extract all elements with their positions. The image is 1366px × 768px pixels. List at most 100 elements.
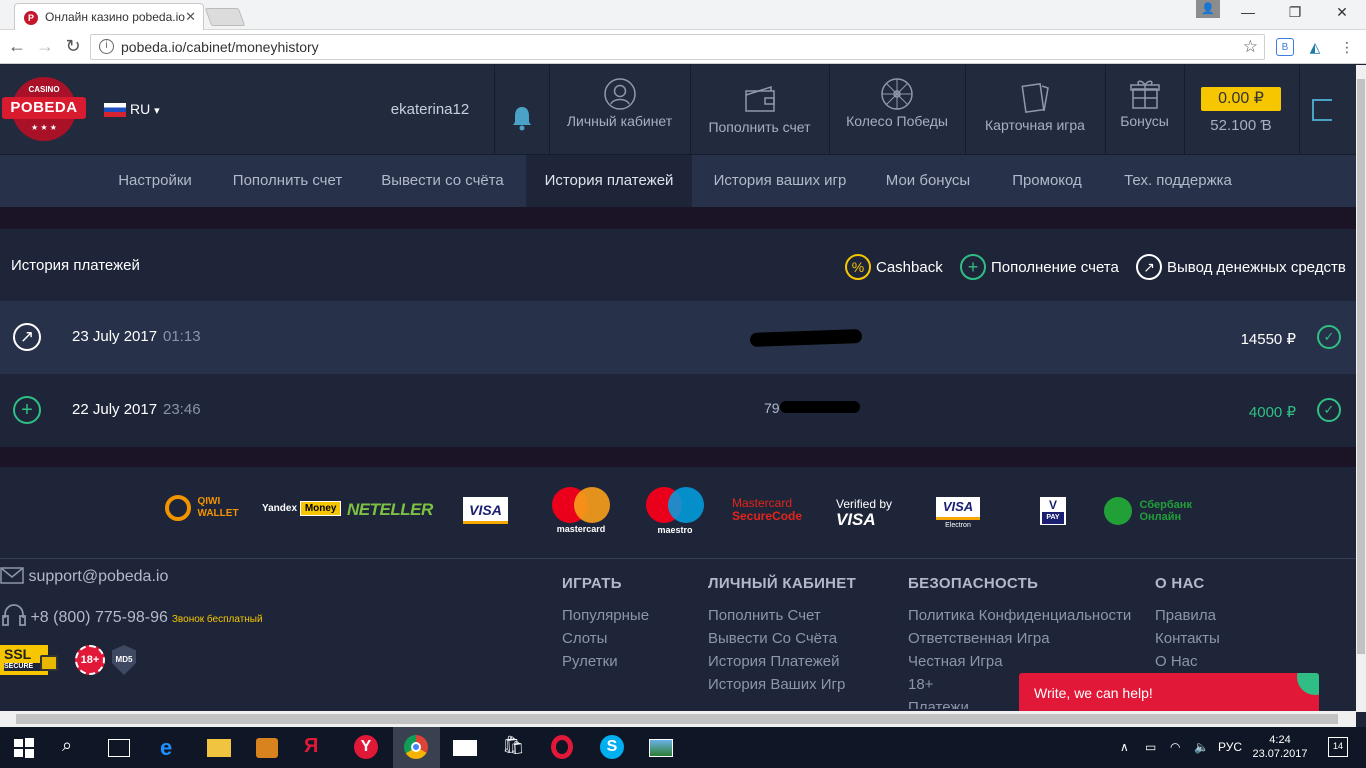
header-item-bonuses[interactable]: Бонусы xyxy=(1105,65,1183,154)
footer-link[interactable]: История Ваших Игр xyxy=(708,673,856,696)
info-icon[interactable]: i xyxy=(99,39,114,54)
support-phone[interactable]: +8 (800) 775-98-96 Звонок бесплатный xyxy=(2,603,263,629)
media-player-icon[interactable] xyxy=(256,738,278,758)
tray-chevron-icon[interactable]: ∧ xyxy=(1120,740,1129,754)
subnav-support[interactable]: Тех. поддержка xyxy=(1108,155,1248,207)
footer-link[interactable]: Пополнить Счет xyxy=(708,604,856,627)
page-title: История платежей xyxy=(11,257,140,274)
opera-icon[interactable] xyxy=(551,735,573,759)
header-item-cabinet[interactable]: Личный кабинет xyxy=(549,65,689,154)
extension-icon[interactable]: B xyxy=(1276,38,1294,56)
store-icon[interactable]: 🛍 xyxy=(502,735,528,761)
username[interactable]: ekaterina12 xyxy=(370,101,490,118)
site-header: CASINO POBEDA ★ ★ ★ RU ▾ ekaterina12 Лич… xyxy=(0,65,1356,155)
subnav-settings[interactable]: Настройки xyxy=(100,155,210,207)
subnav-my-bonuses[interactable]: Мои бонусы xyxy=(872,155,984,207)
input-language[interactable]: РУС xyxy=(1218,740,1242,754)
footer-link[interactable]: Честная Игра xyxy=(908,650,1131,673)
battery-icon[interactable]: ▭ xyxy=(1145,740,1156,754)
table-row[interactable]: + 22 July 2017 23:46 79 4000 ₽ ✓ xyxy=(0,374,1356,447)
sberbank-online-logo: Сбербанк Онлайн xyxy=(1104,497,1192,525)
address-bar: ← → ↻ i pobeda.io/cabinet/moneyhistory ☆… xyxy=(0,30,1366,64)
new-tab-button[interactable] xyxy=(204,8,246,26)
scroll-thumb[interactable] xyxy=(16,714,1338,724)
horizontal-scrollbar[interactable] xyxy=(0,711,1356,727)
action-center-icon[interactable]: 14 xyxy=(1328,737,1348,757)
subnav-promocode[interactable]: Промокод xyxy=(997,155,1097,207)
subnav-game-history[interactable]: История ваших игр xyxy=(700,155,860,207)
cabinet-subnav: Настройки Пополнить счет Вывести со счёт… xyxy=(0,155,1356,207)
wallet-icon xyxy=(744,85,775,112)
subnav-deposit[interactable]: Пополнить счет xyxy=(220,155,355,207)
payment-methods: QIWI WALLET Yandex Money NETELLER VISA ma… xyxy=(0,467,1356,559)
maximize-icon[interactable]: ❐ xyxy=(1275,4,1315,21)
header-item-wheel[interactable]: Колесо Победы xyxy=(829,65,964,154)
wifi-icon[interactable]: ◠ xyxy=(1170,740,1180,754)
footer-link[interactable]: Слоты xyxy=(562,627,649,650)
balance-badge[interactable]: 0.00 ₽ xyxy=(1201,87,1281,111)
logout-icon[interactable] xyxy=(1312,99,1332,121)
mastercard-securecode-logo: Mastercard SecureCode xyxy=(732,496,803,523)
bookmark-star-icon[interactable]: ☆ xyxy=(1243,37,1258,57)
gift-icon xyxy=(1129,80,1160,109)
vpn-extension-icon[interactable]: ◭ xyxy=(1306,38,1324,56)
footer-link[interactable]: Политика Конфиденциальности xyxy=(908,604,1131,627)
volume-icon[interactable]: 🔈 xyxy=(1194,740,1209,754)
pobeda-logo[interactable]: CASINO POBEDA ★ ★ ★ xyxy=(2,77,86,141)
yandex-app-icon[interactable]: Я xyxy=(304,735,330,761)
subnav-withdraw[interactable]: Вывести со счёта xyxy=(370,155,515,207)
user-icon xyxy=(603,78,636,110)
windows-taskbar: ⌕ e Я Y 🛍 S ∧ ▭ ◠ 🔈 РУС 4:24 23.07.2017 … xyxy=(0,727,1366,768)
footer-link[interactable]: О Нас xyxy=(1155,650,1220,673)
support-email[interactable]: support@pobeda.io xyxy=(0,567,168,586)
live-chat-button[interactable]: Write, we can help! xyxy=(1019,673,1319,711)
close-window-icon[interactable]: ✕ xyxy=(1322,4,1362,21)
system-clock[interactable]: 4:24 23.07.2017 xyxy=(1252,733,1308,761)
yandex-money-logo: Yandex Money xyxy=(262,501,342,516)
browser-tab[interactable]: P Онлайн казино pobeda.io ✕ xyxy=(14,3,204,30)
wheel-icon xyxy=(881,78,913,110)
profile-icon[interactable]: 👤 xyxy=(1196,0,1220,18)
back-icon[interactable]: ← xyxy=(6,36,28,57)
forward-icon[interactable]: → xyxy=(34,36,56,57)
footer-link[interactable]: Вывести Со Счёта xyxy=(708,627,856,650)
language-selector[interactable]: RU ▾ xyxy=(104,101,160,118)
mail-app-icon[interactable] xyxy=(453,740,477,756)
vertical-scrollbar[interactable] xyxy=(1356,65,1366,712)
skype-icon[interactable]: S xyxy=(600,735,624,759)
scroll-thumb[interactable] xyxy=(1357,79,1365,654)
footer-link[interactable]: Популярные xyxy=(562,604,649,627)
age-restriction-badge: 18+ xyxy=(75,645,105,675)
plus-circle-icon: + xyxy=(960,254,986,280)
visa-logo: VISA xyxy=(463,497,508,524)
file-explorer-icon[interactable] xyxy=(207,739,231,757)
footer-link[interactable]: Правила xyxy=(1155,604,1220,627)
header-item-card-game[interactable]: Карточная игра xyxy=(965,65,1104,154)
table-row[interactable]: ↗ 23 July 2017 01:13 14550 ₽ ✓ xyxy=(0,301,1356,374)
reload-icon[interactable]: ↻ xyxy=(62,36,84,57)
bonus-balance: 52.100 Ɓ xyxy=(1210,117,1272,134)
russia-flag-icon xyxy=(104,103,126,118)
footer-link[interactable]: Ответственная Игра xyxy=(908,627,1131,650)
chrome-icon[interactable] xyxy=(404,735,428,759)
visa-electron-logo: VISA Electron xyxy=(936,497,980,531)
row-time: 01:13 xyxy=(163,328,201,345)
header-item-deposit[interactable]: Пополнить счет xyxy=(690,65,828,154)
url-input[interactable]: i pobeda.io/cabinet/moneyhistory ☆ xyxy=(90,34,1265,60)
photos-icon[interactable] xyxy=(649,739,673,757)
percent-icon: % xyxy=(845,254,871,280)
minimize-icon[interactable]: — xyxy=(1228,4,1268,20)
edge-icon[interactable]: e xyxy=(160,735,186,761)
search-icon[interactable]: ⌕ xyxy=(62,735,88,761)
redacted-account: 79 xyxy=(764,400,884,420)
footer-link[interactable]: Контакты xyxy=(1155,627,1220,650)
footer-link[interactable]: Рулетки xyxy=(562,650,649,673)
yandex-browser-icon[interactable]: Y xyxy=(354,735,378,759)
footer-link[interactable]: История Платежей xyxy=(708,650,856,673)
task-view-icon[interactable] xyxy=(108,739,130,757)
subnav-payment-history[interactable]: История платежей xyxy=(526,155,692,207)
windows-start-icon[interactable] xyxy=(13,735,35,761)
close-tab-icon[interactable]: ✕ xyxy=(185,9,196,25)
notifications-button[interactable] xyxy=(494,65,549,154)
menu-icon[interactable]: ⋮ xyxy=(1338,38,1356,56)
